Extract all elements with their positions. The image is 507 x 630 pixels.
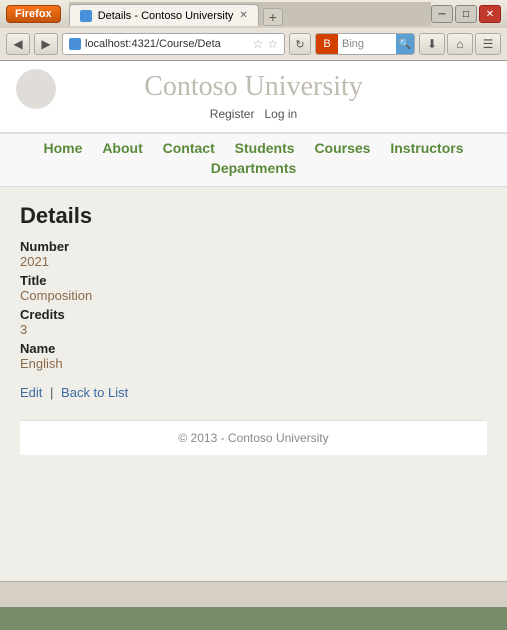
nav-row-1: Home About Contact Students Courses Inst… (0, 140, 507, 156)
address-text: localhost:4321/Course/Deta (85, 38, 248, 50)
nav-courses[interactable]: Courses (314, 140, 370, 156)
site-nav: Home About Contact Students Courses Inst… (0, 133, 507, 187)
field-number-value: 2021 (20, 254, 487, 269)
firefox-button[interactable]: Firefox (6, 5, 61, 23)
back-button[interactable]: ◀ (6, 33, 30, 55)
browser-bottom-bar (0, 581, 507, 607)
home-button[interactable]: ⌂ (447, 33, 473, 55)
tab-title: Details - Contoso University (98, 10, 234, 22)
address-bar[interactable]: localhost:4321/Course/Deta ☆ ☆ (62, 33, 285, 55)
nav-row-2: Departments (0, 160, 507, 176)
browser-tab[interactable]: Details - Contoso University ✕ (69, 4, 259, 26)
field-credits-value: 3 (20, 322, 487, 337)
close-button[interactable]: ✕ (479, 5, 501, 23)
site-header-wrapper: Contoso University Register Log in Home … (0, 61, 507, 187)
field-name-label: Name (20, 341, 487, 356)
field-title-label: Title (20, 273, 487, 288)
register-link[interactable]: Register (210, 107, 255, 121)
nav-about[interactable]: About (102, 140, 142, 156)
tab-favicon (80, 10, 92, 22)
bookmark-star2-icon[interactable]: ☆ (267, 37, 278, 51)
page-title: Details (20, 203, 487, 229)
window-controls: ─ □ ✕ (431, 5, 501, 23)
field-credits-label: Credits (20, 307, 487, 322)
minimize-button[interactable]: ─ (431, 5, 453, 23)
search-bar[interactable]: B Bing 🔍 (315, 33, 415, 55)
back-to-list-link[interactable]: Back to List (61, 385, 128, 400)
site-header: Contoso University Register Log in (0, 61, 507, 133)
header-circle-decoration (16, 69, 56, 109)
field-name-value: English (20, 356, 487, 371)
tab-close-icon[interactable]: ✕ (239, 10, 247, 21)
site-title: Contoso University (0, 71, 507, 103)
main-content: Details Number 2021 Title Composition Cr… (0, 187, 507, 471)
maximize-button[interactable]: □ (455, 5, 477, 23)
nav-contact[interactable]: Contact (163, 140, 215, 156)
search-go-button[interactable]: 🔍 (396, 33, 414, 55)
refresh-button[interactable]: ↻ (289, 33, 311, 55)
field-number-label: Number (20, 239, 487, 254)
menu-button[interactable]: ☰ (475, 33, 501, 55)
title-bar: Firefox Details - Contoso University ✕ +… (0, 0, 507, 28)
action-divider: | (50, 385, 53, 400)
address-favicon (69, 38, 81, 50)
detail-actions: Edit | Back to List (20, 385, 487, 400)
field-title-value: Composition (20, 288, 487, 303)
nav-home[interactable]: Home (44, 140, 83, 156)
forward-button[interactable]: ▶ (34, 33, 58, 55)
nav-instructors[interactable]: Instructors (390, 140, 463, 156)
new-tab-button[interactable]: + (263, 8, 283, 26)
site-footer: © 2013 - Contoso University (20, 420, 487, 455)
search-input[interactable]: Bing (338, 38, 396, 50)
toolbar-right: ⬇ ⌂ ☰ (419, 33, 501, 55)
login-link[interactable]: Log in (265, 107, 298, 121)
page-content: Contoso University Register Log in Home … (0, 61, 507, 581)
nav-departments[interactable]: Departments (211, 160, 297, 176)
bookmark-star-icon[interactable]: ☆ (252, 37, 263, 51)
download-button[interactable]: ⬇ (419, 33, 445, 55)
nav-students[interactable]: Students (235, 140, 295, 156)
search-engine-icon: B (316, 33, 338, 55)
nav-bar: ◀ ▶ localhost:4321/Course/Deta ☆ ☆ ↻ B B… (0, 28, 507, 60)
site-auth: Register Log in (0, 107, 507, 121)
edit-link[interactable]: Edit (20, 385, 42, 400)
footer-text: © 2013 - Contoso University (178, 431, 328, 445)
